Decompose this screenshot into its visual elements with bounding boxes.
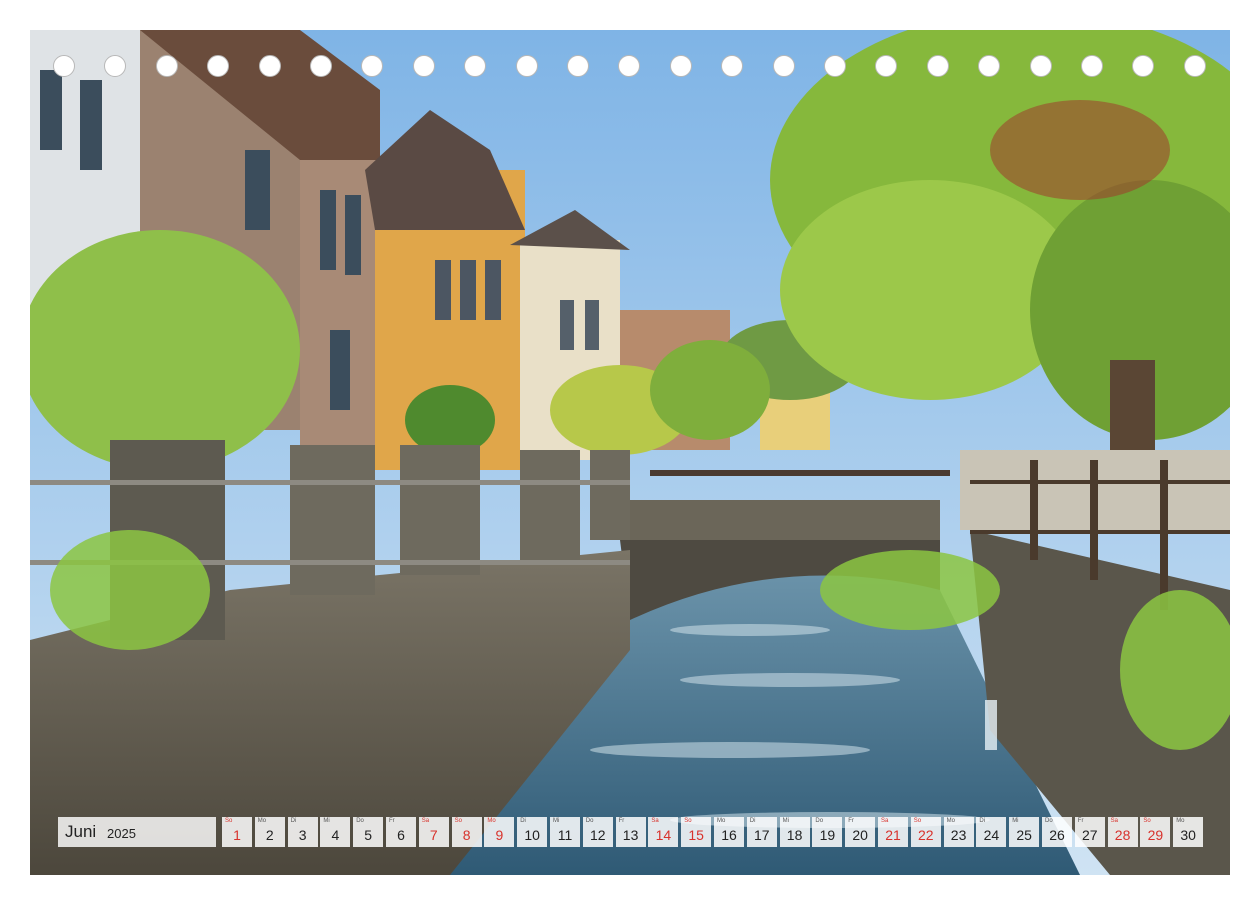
weekday-label: Sa: [1110, 818, 1118, 824]
day-cell: Di 3: [287, 817, 318, 847]
day-cell: Mi 11: [550, 817, 580, 847]
day-cell: Mi 18: [779, 817, 810, 847]
day-cell: Mo 2: [254, 817, 285, 847]
day-number: 24: [983, 827, 1000, 843]
day-cell: Mo 30: [1173, 817, 1204, 847]
day-cell: Sa 14: [648, 817, 679, 847]
calendar-photo: [30, 30, 1230, 875]
weekday-label: Fr: [848, 818, 854, 824]
day-number: 28: [1114, 827, 1131, 843]
weekday-label: Mo: [487, 818, 496, 824]
day-number: 7: [429, 827, 438, 843]
weekday-label: So: [1143, 818, 1151, 824]
day-number: 11: [557, 827, 573, 843]
day-number: 4: [331, 827, 340, 843]
day-cell: So 29: [1140, 817, 1171, 847]
day-number: 9: [495, 827, 504, 843]
day-cell: Mi 25: [1009, 817, 1040, 847]
day-cell: Do 26: [1042, 817, 1072, 847]
weekday-label: Fr: [389, 818, 395, 824]
day-number: 21: [885, 827, 901, 843]
day-cell: Do 12: [582, 817, 613, 847]
day-cell: So 8: [451, 817, 482, 847]
weekday-label: So: [684, 818, 692, 824]
day-cell: Fr 27: [1074, 817, 1105, 847]
day-cell: Sa 21: [878, 817, 908, 847]
day-cell: Do 19: [812, 817, 843, 847]
weekday-label: Di: [749, 818, 756, 824]
weekday-label: Fr: [1077, 818, 1084, 824]
day-number: 25: [1016, 827, 1032, 843]
weekday-label: Do: [585, 818, 594, 824]
day-cell: Di 17: [746, 817, 777, 847]
day-number: 8: [462, 827, 471, 843]
weekday-label: So: [913, 818, 922, 824]
day-cell: Mo 23: [943, 817, 974, 847]
weekday-label: Do: [815, 818, 824, 824]
day-number: 13: [622, 827, 639, 843]
day-number: 22: [918, 827, 934, 843]
day-cell: So 15: [681, 817, 712, 847]
day-number: 10: [524, 827, 540, 843]
day-cell: So 1: [222, 817, 252, 847]
weekday-label: Sa: [881, 818, 889, 824]
day-number: 26: [1049, 827, 1065, 843]
day-number: 17: [754, 827, 770, 843]
day-cell: Mo 16: [714, 817, 744, 847]
weekday-label: Sa: [651, 818, 659, 824]
day-number: 23: [950, 827, 967, 843]
day-number: 12: [590, 827, 606, 843]
day-cell: Mi 4: [320, 817, 351, 847]
weekday-label: Mo: [257, 818, 267, 824]
weekday-label: Mo: [946, 818, 955, 824]
month-year: 2025: [107, 826, 136, 841]
weekday-label: Sa: [421, 818, 430, 824]
weekday-label: Mo: [717, 818, 726, 824]
day-number: 30: [1180, 827, 1196, 843]
day-cell: Fr 13: [615, 817, 646, 847]
weekday-label: Mo: [1176, 818, 1185, 824]
weekday-label: So: [454, 818, 462, 824]
day-cell: Fr 20: [845, 817, 876, 847]
day-number: 20: [852, 827, 868, 843]
water-outflow: [985, 700, 997, 750]
weekday-label: Mi: [1012, 818, 1019, 824]
day-number: 2: [265, 827, 274, 843]
day-number: 15: [688, 827, 704, 843]
day-cell: Do 5: [353, 817, 384, 847]
day-number: 18: [786, 827, 803, 843]
day-cell: Di 24: [976, 817, 1007, 847]
day-number: 16: [721, 827, 737, 843]
day-cell: Di 10: [517, 817, 548, 847]
day-number: 6: [397, 827, 405, 843]
day-number: 27: [1082, 827, 1098, 843]
day-number: 29: [1147, 827, 1164, 843]
weekday-label: Fr: [618, 818, 625, 824]
weekday-label: Mi: [323, 818, 330, 824]
weekday-label: Di: [520, 818, 526, 824]
day-number: 5: [364, 827, 373, 843]
day-number: 1: [233, 827, 241, 843]
day-cell: Sa 7: [418, 817, 449, 847]
weekday-label: Di: [290, 818, 297, 824]
day-number: 19: [819, 827, 836, 843]
weekday-label: So: [225, 818, 233, 824]
month-name: Juni: [65, 822, 97, 841]
weekday-label: Di: [979, 818, 986, 824]
day-cell: Mo 9: [484, 817, 515, 847]
day-number: 14: [655, 827, 672, 843]
day-cell: So 22: [910, 817, 941, 847]
weekday-label: Mi: [553, 818, 560, 824]
weekday-label: Mi: [782, 818, 789, 824]
day-cell: Sa 28: [1107, 817, 1138, 847]
weekday-label: Do: [356, 818, 364, 824]
calendar-strip: Juni 2025 So 1 Mo 2 Di 3 Mi 4 Do 5 Fr 6 Sa 7 So 8 Mo 9 Di 1…: [58, 817, 1204, 847]
weekday-label: Do: [1045, 818, 1053, 824]
river-scene-illustration: [30, 30, 1230, 875]
month-label: Juni 2025: [58, 817, 216, 847]
day-cell: Fr 6: [386, 817, 416, 847]
day-number: 3: [298, 827, 307, 843]
